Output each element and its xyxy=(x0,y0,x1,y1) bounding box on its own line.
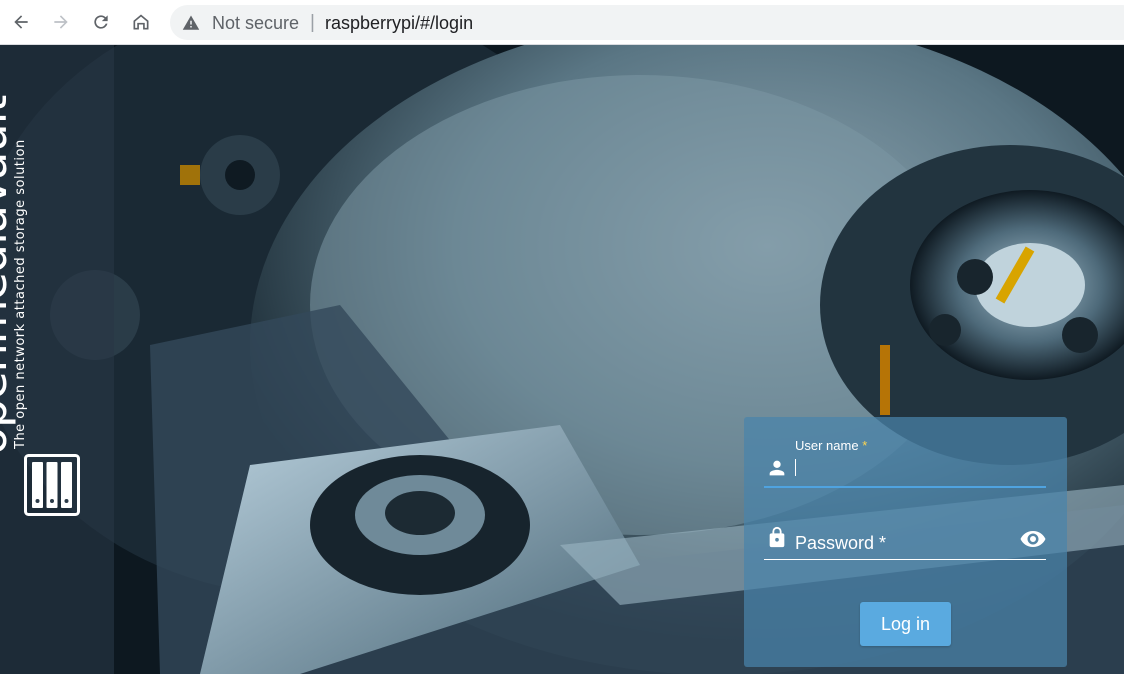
url-text[interactable]: raspberrypi/#/login xyxy=(325,13,473,34)
username-field[interactable]: User name * xyxy=(764,435,1046,490)
brand-tagline: The open network attached storage soluti… xyxy=(13,139,28,449)
login-page: openmediavault The open network attached… xyxy=(0,45,1124,674)
required-mark: * xyxy=(862,438,868,453)
username-underline xyxy=(764,486,1046,488)
warning-icon xyxy=(182,15,200,30)
forward-button[interactable] xyxy=(46,7,76,37)
brand-wordmark: openmediavault The open network attached… xyxy=(0,96,30,455)
reload-icon xyxy=(94,15,108,29)
password-underline xyxy=(764,559,1046,560)
username-label: User name * xyxy=(795,438,868,453)
person-icon xyxy=(769,460,785,476)
arrow-left-icon xyxy=(14,15,28,29)
lock-icon xyxy=(769,526,785,548)
back-button[interactable] xyxy=(6,7,36,37)
home-button[interactable] xyxy=(126,7,156,37)
brand-wordmark-area: openmediavault The open network attached… xyxy=(0,75,100,455)
username-input[interactable] xyxy=(795,459,796,476)
home-icon xyxy=(133,14,149,30)
brand-name: openmediavault xyxy=(0,95,17,455)
password-input[interactable]: Password * xyxy=(795,533,886,554)
security-status[interactable]: Not secure xyxy=(212,13,299,34)
browser-toolbar: Not secure | raspberrypi/#/login xyxy=(0,0,1124,45)
brand-sidebar: openmediavault The open network attached… xyxy=(0,45,114,674)
eye-icon[interactable] xyxy=(1019,527,1047,551)
login-button[interactable]: Log in xyxy=(860,602,951,646)
password-field[interactable]: Password * xyxy=(764,519,1046,569)
url-separator: | xyxy=(310,12,315,33)
reload-button[interactable] xyxy=(86,7,116,37)
login-card: User name * Password * Log in xyxy=(744,417,1067,667)
address-bar[interactable]: Not secure | raspberrypi/#/login xyxy=(170,5,1124,40)
nas-drives-icon xyxy=(24,454,80,516)
arrow-right-icon xyxy=(54,15,68,29)
